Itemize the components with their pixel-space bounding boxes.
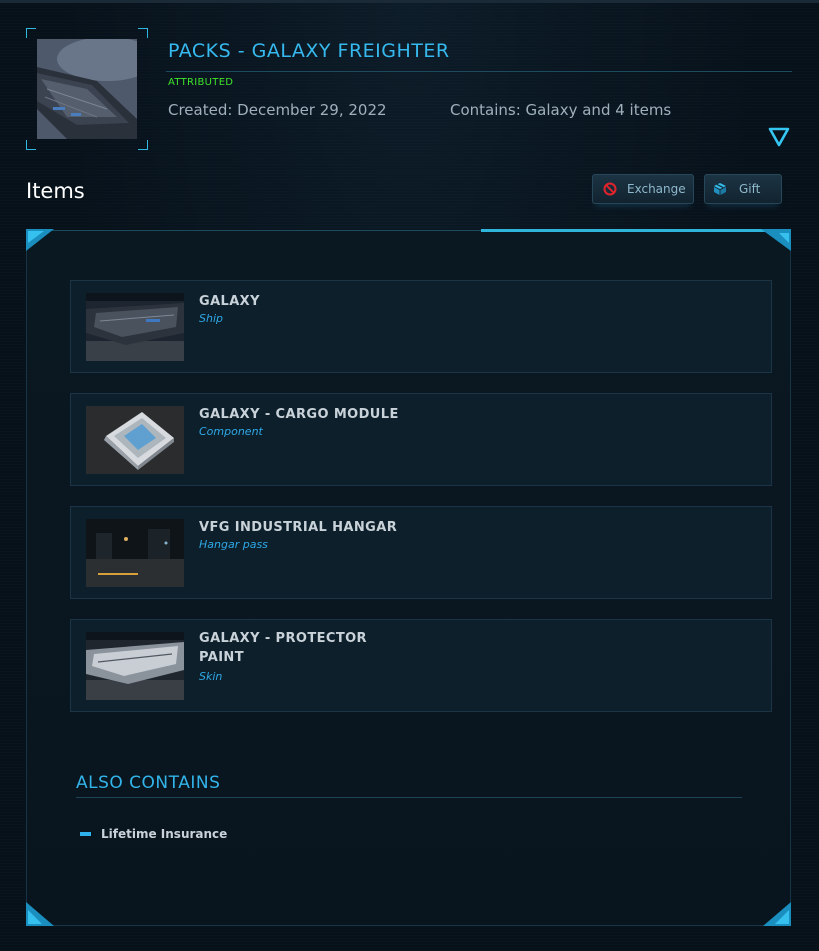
- panel-corner-bottom-left: [26, 902, 54, 926]
- created-date: Created: December 29, 2022: [168, 101, 387, 119]
- exchange-label: Exchange: [627, 182, 686, 196]
- ship-image: [37, 39, 137, 139]
- pledge-thumbnail[interactable]: [26, 28, 148, 150]
- item-image: [86, 406, 184, 474]
- item-type: Hangar pass: [199, 538, 268, 551]
- item-image: [86, 519, 184, 587]
- item-name: VFG INDUSTRIAL HANGAR: [199, 520, 398, 535]
- panel-top-accent: [481, 229, 771, 232]
- pledge-image: [37, 39, 137, 139]
- gift-label: Gift: [739, 182, 761, 196]
- item-name: GALAXY: [199, 294, 260, 309]
- item-type: Skin: [199, 670, 223, 683]
- gift-box-icon: [713, 182, 727, 196]
- also-contains-heading: ALSO CONTAINS: [76, 773, 221, 793]
- gift-button[interactable]: Gift: [704, 174, 782, 204]
- pledge-title: PACKS - GALAXY FREIGHTER: [168, 40, 450, 62]
- item-card-cargo-module[interactable]: GALAXY - CARGO MODULE Component: [70, 393, 772, 486]
- chevron-down-icon[interactable]: [768, 127, 790, 147]
- item-name: GALAXY - CARGO MODULE: [199, 407, 399, 422]
- item-card-industrial-hangar[interactable]: VFG INDUSTRIAL HANGAR Hangar pass: [70, 506, 772, 599]
- item-image: [86, 293, 184, 361]
- item-image: [86, 632, 184, 700]
- contains-summary: Contains: Galaxy and 4 items: [450, 101, 672, 119]
- item-type: Component: [199, 425, 263, 438]
- exchange-button[interactable]: Exchange: [592, 174, 694, 204]
- also-contains-divider: [76, 797, 742, 798]
- window-top-border: [0, 0, 819, 3]
- no-entry-icon: [603, 182, 617, 196]
- panel-corner-top-right: [761, 229, 791, 251]
- bullet-icon: [80, 832, 91, 836]
- title-divider: [166, 71, 792, 72]
- item-card-protector-paint[interactable]: GALAXY - PROTECTOR PAINT Skin: [70, 619, 772, 712]
- also-contains-item: Lifetime Insurance: [101, 827, 228, 841]
- attributed-status: ATTRIBUTED: [168, 77, 234, 88]
- item-type: Ship: [199, 312, 223, 325]
- item-name: GALAXY - PROTECTOR PAINT: [199, 631, 367, 665]
- item-card-galaxy[interactable]: GALAXY Ship: [70, 280, 772, 373]
- panel-corner-top-left: [26, 229, 54, 251]
- panel-corner-bottom-right: [763, 902, 791, 926]
- items-heading: Items: [26, 179, 85, 203]
